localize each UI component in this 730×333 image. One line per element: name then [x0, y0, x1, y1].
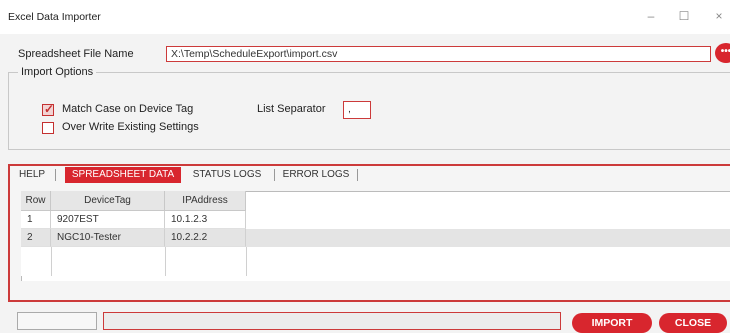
column-header-row[interactable]: Row — [21, 191, 51, 211]
minimize-icon[interactable]: – — [642, 8, 660, 24]
cell-devicetag[interactable]: 9207EST — [51, 211, 165, 229]
title-bar — [0, 0, 730, 34]
tab-status-logs[interactable]: STATUS LOGS — [187, 167, 267, 183]
column-header-devicetag[interactable]: DeviceTag — [51, 191, 165, 211]
import-options-legend: Import Options — [18, 66, 97, 78]
column-header-ipaddress[interactable]: IPAddress — [165, 191, 246, 211]
import-button[interactable]: IMPORT — [572, 313, 652, 333]
overwrite-checkbox[interactable] — [42, 122, 54, 134]
file-name-label: Spreadsheet File Name — [18, 48, 134, 60]
cell-ipaddress[interactable]: 10.2.2.2 — [165, 229, 246, 247]
status-field — [17, 312, 97, 330]
close-window-icon[interactable]: × — [710, 8, 728, 24]
empty-grid-area — [21, 247, 730, 276]
list-separator-label: List Separator — [257, 103, 326, 115]
overwrite-label: Over Write Existing Settings — [62, 121, 199, 133]
window-title: Excel Data Importer — [8, 11, 101, 23]
cell-ipaddress[interactable]: 10.1.2.3 — [165, 211, 246, 229]
cell-devicetag[interactable]: NGC10-Tester — [51, 229, 165, 247]
tab-separator — [357, 169, 358, 181]
cell-row[interactable]: 2 — [21, 229, 51, 247]
match-case-checkbox[interactable]: ✓ — [42, 102, 55, 116]
tab-spreadsheet-data[interactable]: SPREADSHEET DATA — [65, 167, 181, 183]
tab-separator — [55, 169, 56, 181]
maximize-icon[interactable]: ☐ — [675, 8, 693, 24]
progress-bar — [103, 312, 561, 330]
tab-help[interactable]: HELP — [14, 167, 50, 183]
close-button[interactable]: CLOSE — [659, 313, 727, 333]
checkmark-icon: ✓ — [44, 102, 55, 116]
cell-row[interactable]: 1 — [21, 211, 51, 229]
file-path-input[interactable]: X:\Temp\ScheduleExport\import.csv — [166, 46, 711, 62]
more-dots-icon[interactable]: ••• — [715, 43, 730, 63]
match-case-label: Match Case on Device Tag — [62, 103, 194, 115]
column-divider — [246, 247, 247, 276]
column-divider — [165, 247, 166, 276]
list-separator-input[interactable]: , — [343, 101, 371, 119]
column-divider — [51, 247, 52, 276]
tab-error-logs[interactable]: ERROR LOGS — [282, 167, 350, 183]
tab-separator — [274, 169, 275, 181]
